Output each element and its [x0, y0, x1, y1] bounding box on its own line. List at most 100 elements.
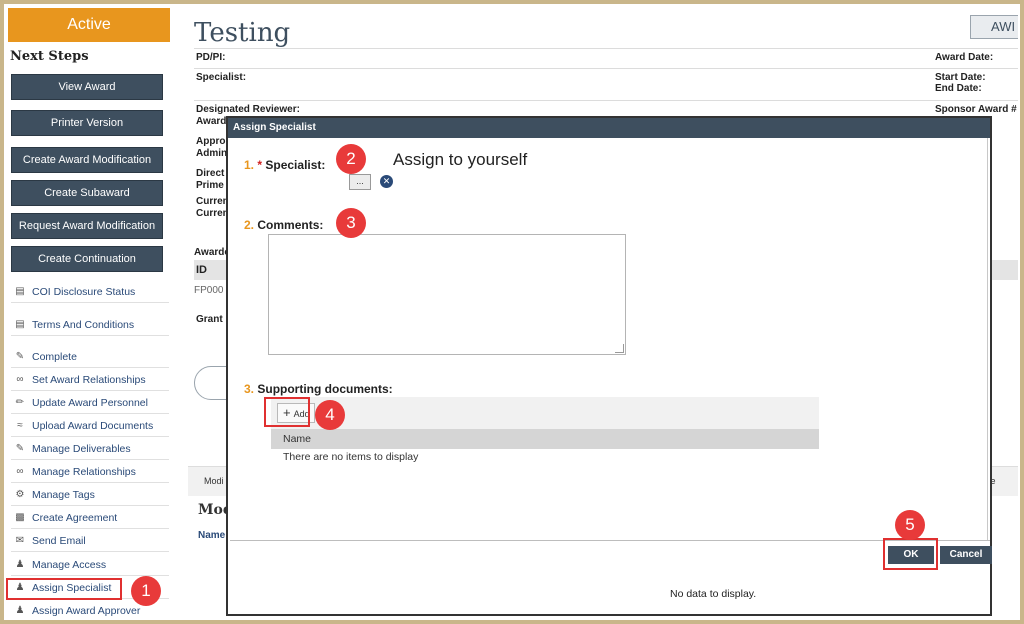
document-icon: ▩: [15, 512, 25, 523]
next-steps-heading: Next Steps: [10, 49, 89, 64]
sidebar-item-create-agreement[interactable]: ▩ Create Agreement: [11, 507, 169, 529]
paperclip-icon: ≈: [17, 420, 23, 431]
sidebar-item-label: Create Agreement: [32, 511, 118, 524]
field-label: Specialist:: [196, 72, 247, 83]
printer-version-button[interactable]: Printer Version: [11, 110, 163, 136]
link-icon: ∞: [16, 466, 24, 477]
sidebar-item-label: Send Email: [32, 534, 86, 547]
step-marker-4: 4: [315, 400, 345, 430]
step-marker-2: 2: [336, 144, 366, 174]
sidebar-item-set-award-relationships[interactable]: ∞ Set Award Relationships: [11, 369, 169, 391]
tab-fragment[interactable]: Modi: [204, 476, 224, 486]
field-label: Appro: [196, 136, 226, 147]
specialist-picker-button[interactable]: ...: [349, 174, 371, 190]
state-badge: Active: [8, 8, 170, 42]
specialist-question: 1. * Specialist:: [244, 158, 325, 172]
create-award-modification-button[interactable]: Create Award Modification: [11, 147, 163, 173]
field-label: Curren: [196, 208, 229, 219]
users-icon: ♟: [15, 559, 25, 570]
field-label: Award: [196, 116, 227, 127]
view-award-button[interactable]: View Award: [11, 74, 163, 100]
field-label: Direct: [196, 168, 225, 179]
comments-textarea[interactable]: [268, 234, 626, 355]
sidebar-item-label: Manage Deliverables: [32, 442, 131, 455]
create-continuation-button[interactable]: Create Continuation: [11, 246, 163, 272]
dialog-form: 1. * Specialist: Assign to yourself ... …: [236, 138, 988, 540]
field-label: PD/PI:: [196, 52, 226, 63]
sidebar: Active Next Steps View Award Printer Ver…: [8, 8, 170, 620]
question-number: 3.: [244, 382, 255, 396]
envelope-icon: ✉: [15, 535, 25, 546]
column-header[interactable]: Name: [198, 530, 225, 541]
divider: [194, 68, 1018, 69]
documents-toolbar: + Add: [271, 397, 819, 429]
sidebar-item-label: Terms And Conditions: [32, 318, 135, 331]
sidebar-item-coi-disclosure-status[interactable]: ▤ COI Disclosure Status: [11, 281, 169, 303]
sidebar-item-complete[interactable]: ✎ Complete: [11, 346, 169, 368]
add-button-highlight: [264, 397, 310, 427]
required-marker: *: [257, 158, 263, 172]
page-title: Testing: [194, 18, 291, 48]
sidebar-item-label: Set Award Relationships: [32, 373, 146, 386]
resize-grip-icon[interactable]: [615, 344, 624, 353]
field-label: Prime: [196, 180, 224, 191]
sidebar-item-label: Complete: [32, 350, 77, 363]
sidebar-item-upload-award-documents[interactable]: ≈ Upload Award Documents: [11, 415, 169, 437]
award-date-label: Award Date:: [935, 52, 994, 63]
field-label: Awarde: [194, 247, 230, 258]
sidebar-item-send-email[interactable]: ✉ Send Email: [11, 530, 169, 552]
footer-divider: [230, 540, 990, 541]
end-date-label: End Date:: [935, 83, 982, 94]
sidebar-item-label: COI Disclosure Status: [32, 285, 136, 298]
sidebar-item-label: Manage Tags: [32, 488, 95, 501]
comments-question: 2. Comments:: [244, 218, 323, 232]
clear-icon[interactable]: ✕: [380, 175, 393, 188]
create-subaward-button[interactable]: Create Subaward: [11, 180, 163, 206]
sponsor-award-label: Sponsor Award #: [935, 104, 1017, 115]
assign-to-yourself-hint: Assign to yourself: [393, 150, 528, 169]
field-label: Grant: [196, 314, 223, 325]
sidebar-item-manage-relationships[interactable]: ∞ Manage Relationships: [11, 461, 169, 483]
field-label: Admin: [196, 148, 228, 159]
assign-specialist-highlight: [6, 578, 122, 600]
pencil-icon: ✏: [15, 397, 25, 408]
sidebar-item-label: Manage Access: [32, 558, 107, 571]
ok-button-highlight: [883, 538, 938, 570]
sidebar-item-label: Upload Award Documents: [32, 419, 154, 432]
assign-specialist-dialog: Assign Specialist 1. * Specialist: Assig…: [226, 116, 992, 616]
top-right-button[interactable]: AWI: [970, 15, 1018, 39]
column-id: ID: [196, 264, 207, 276]
sidebar-item-update-award-personnel[interactable]: ✏ Update Award Personnel: [11, 392, 169, 414]
step-marker-3: 3: [336, 208, 366, 238]
divider: [194, 100, 1018, 101]
specialist-label: Specialist:: [265, 158, 326, 172]
list-icon: ▤: [15, 319, 25, 330]
edit-icon: ✎: [15, 443, 25, 454]
step-marker-5: 5: [895, 510, 925, 540]
table-cell: FP000: [194, 285, 224, 296]
user-plus-icon: ♟: [15, 605, 25, 616]
request-award-modification-button[interactable]: Request Award Modification: [11, 213, 163, 239]
start-date-label: Start Date:: [935, 72, 986, 83]
edit-icon: ✎: [15, 351, 25, 362]
cancel-button[interactable]: Cancel: [940, 546, 992, 564]
divider: [194, 48, 1018, 49]
question-number: 2.: [244, 218, 255, 232]
field-label: Curren: [196, 196, 229, 207]
question-number: 1.: [244, 158, 255, 172]
supporting-documents-label: Supporting documents:: [257, 382, 393, 396]
documents-empty-message: There are no items to display: [283, 451, 419, 463]
sidebar-item-terms-and-conditions[interactable]: ▤ Terms And Conditions: [11, 314, 169, 336]
list-icon: ▤: [15, 286, 25, 297]
supporting-documents-question: 3. Supporting documents:: [244, 382, 393, 396]
comments-label: Comments:: [257, 218, 324, 232]
sidebar-item-manage-deliverables[interactable]: ✎ Manage Deliverables: [11, 438, 169, 460]
sidebar-item-manage-tags[interactable]: ⚙ Manage Tags: [11, 484, 169, 506]
sidebar-item-manage-access[interactable]: ♟ Manage Access: [11, 554, 169, 576]
sidebar-item-label: Update Award Personnel: [32, 396, 148, 409]
no-data-message: No data to display.: [670, 588, 757, 600]
documents-column-name[interactable]: Name: [271, 429, 819, 449]
link-icon: ∞: [16, 374, 24, 385]
sidebar-item-label: Manage Relationships: [32, 465, 136, 478]
field-label: Designated Reviewer:: [196, 104, 300, 115]
